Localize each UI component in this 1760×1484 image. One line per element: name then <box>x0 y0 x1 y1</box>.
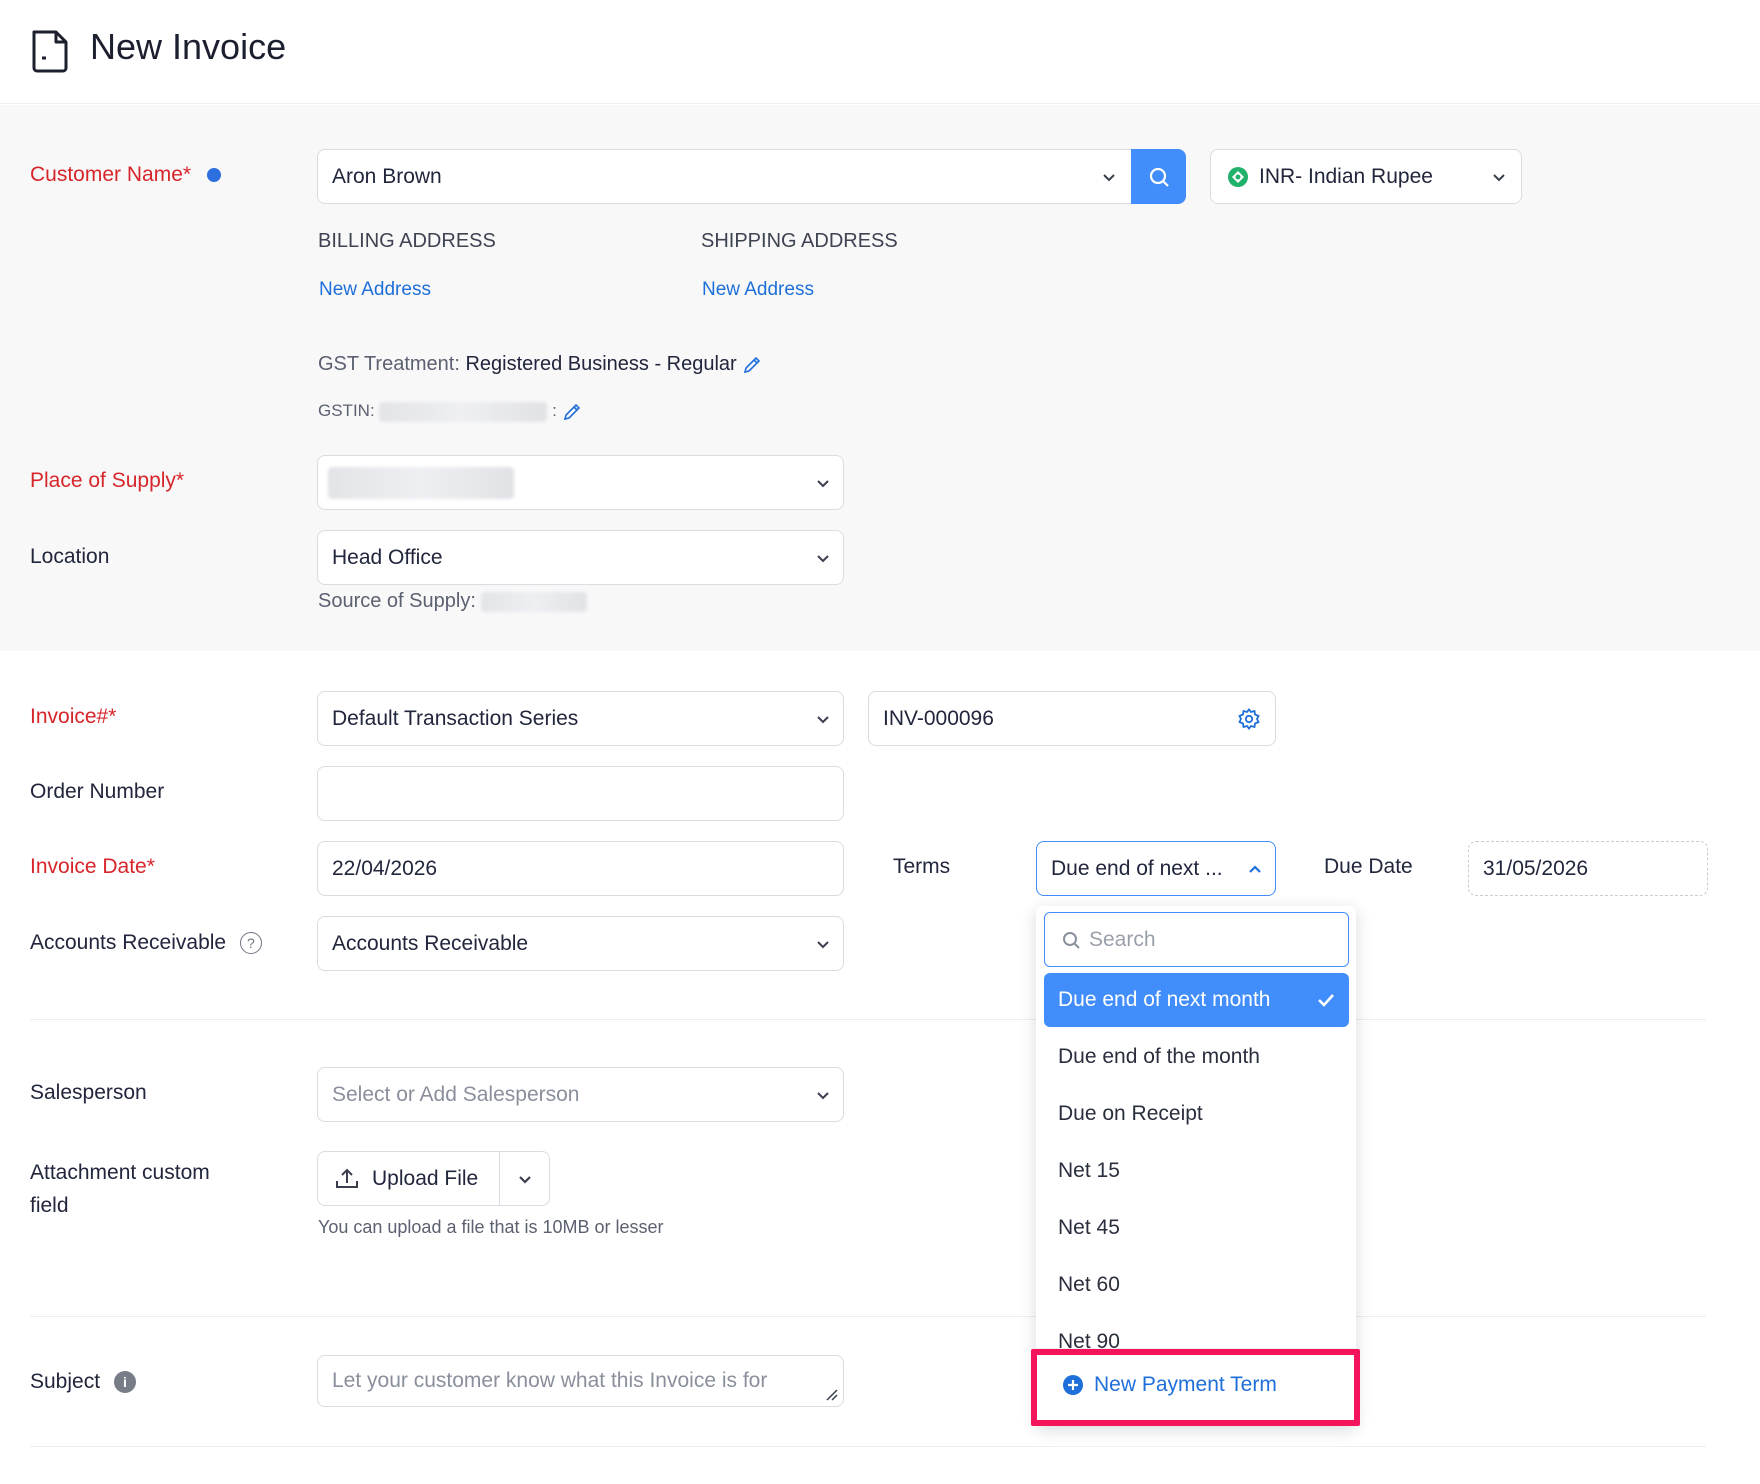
terms-select[interactable]: Due end of next ... <box>1036 841 1276 896</box>
chevron-up-icon <box>1249 864 1261 873</box>
search-icon <box>1063 932 1080 949</box>
terms-search-placeholder: Search <box>1089 927 1156 951</box>
edit-pencil-icon[interactable] <box>742 355 762 375</box>
resize-handle-icon[interactable] <box>825 1388 839 1402</box>
order-number-input[interactable] <box>317 766 844 821</box>
invoice-date-value: 22/04/2026 <box>332 856 438 880</box>
terms-option-due-on-receipt[interactable]: Due on Receipt <box>1044 1087 1349 1141</box>
due-date-input[interactable]: 31/05/2026 <box>1468 841 1708 896</box>
section-divider <box>30 1019 1706 1020</box>
upload-icon <box>336 1168 358 1188</box>
upload-file-control: Upload File <box>317 1151 550 1206</box>
currency-icon <box>1228 166 1248 187</box>
status-dot <box>206 168 221 183</box>
place-of-supply-select[interactable] <box>317 455 844 510</box>
currency-select[interactable]: INR- Indian Rupee <box>1210 149 1522 204</box>
edit-pencil-icon[interactable] <box>562 402 582 422</box>
transaction-series-value: Default Transaction Series <box>332 706 579 730</box>
help-icon[interactable]: ? <box>239 932 262 955</box>
terms-dropdown: Search Due end of next month Due end of … <box>1036 906 1356 1426</box>
transaction-series-select[interactable]: Default Transaction Series <box>317 691 844 746</box>
invoice-date-label: Invoice Date* <box>30 855 155 878</box>
shipping-new-address-link[interactable]: New Address <box>702 279 814 301</box>
due-date-value: 31/05/2026 <box>1483 856 1589 880</box>
invoice-number-label: Invoice#* <box>30 705 117 728</box>
order-number-label: Order Number <box>30 780 165 803</box>
customer-name-select[interactable]: Aron Brown <box>317 149 1132 204</box>
terms-label: Terms <box>893 855 951 878</box>
terms-option-due-end-of-next-month[interactable]: Due end of next month <box>1044 973 1349 1027</box>
check-icon <box>1318 994 1334 1007</box>
highlight-box <box>1031 1349 1360 1426</box>
section-divider <box>30 1316 1706 1317</box>
upload-file-button[interactable]: Upload File <box>318 1152 500 1205</box>
source-of-supply: Source of Supply: <box>318 590 588 613</box>
chevron-down-icon <box>1493 173 1505 181</box>
terms-option-net-45[interactable]: Net 45 <box>1044 1201 1349 1255</box>
due-date-label: Due Date <box>1324 855 1413 878</box>
gstin-value-redacted <box>379 401 548 422</box>
search-icon <box>1149 167 1169 187</box>
upload-file-label: Upload File <box>372 1166 479 1190</box>
gst-treatment: GST Treatment: Registered Business - Reg… <box>318 353 762 376</box>
page-title: New Invoice <box>90 26 287 67</box>
page-header: New Invoice <box>0 0 1760 104</box>
info-icon[interactable]: i <box>113 1371 136 1394</box>
shipping-address-heading: SHIPPING ADDRESS <box>701 230 898 252</box>
chevron-down-icon <box>817 715 829 723</box>
terms-option-net-15[interactable]: Net 15 <box>1044 1144 1349 1198</box>
terms-option-due-end-of-the-month[interactable]: Due end of the month <box>1044 1030 1349 1084</box>
chevron-down-icon <box>817 479 829 487</box>
location-label: Location <box>30 545 110 568</box>
location-select[interactable]: Head Office <box>317 530 844 585</box>
salesperson-select[interactable]: Select or Add Salesperson <box>317 1067 844 1122</box>
attachment-label: Attachment custom field <box>30 1161 210 1217</box>
subject-label: Subject i <box>30 1370 136 1394</box>
accounts-receivable-value: Accounts Receivable <box>332 931 529 955</box>
source-of-supply-redacted <box>481 591 588 612</box>
customer-name-value: Aron Brown <box>332 164 442 188</box>
chevron-down-icon <box>817 940 829 948</box>
chevron-down-icon <box>817 1091 829 1099</box>
customer-search-button[interactable] <box>1131 149 1186 204</box>
accounts-receivable-select[interactable]: Accounts Receivable <box>317 916 844 971</box>
place-of-supply-label: Place of Supply* <box>30 469 185 492</box>
terms-search-input[interactable]: Search <box>1044 912 1349 967</box>
gear-icon[interactable] <box>1237 707 1261 731</box>
place-of-supply-redacted <box>328 466 514 499</box>
salesperson-placeholder: Select or Add Salesperson <box>332 1082 580 1106</box>
billing-address-heading: BILLING ADDRESS <box>318 230 496 252</box>
upload-hint: You can upload a file that is 10MB or le… <box>318 1217 664 1237</box>
upload-options-button[interactable] <box>500 1171 549 1187</box>
accounts-receivable-label: Accounts Receivable ? <box>30 931 262 955</box>
location-value: Head Office <box>332 545 443 569</box>
chevron-down-icon <box>1103 173 1115 181</box>
section-divider <box>30 1446 1706 1447</box>
terms-option-net-60[interactable]: Net 60 <box>1044 1258 1349 1312</box>
document-icon <box>32 30 68 73</box>
subject-textarea[interactable]: Let your customer know what this Invoice… <box>317 1355 844 1407</box>
customer-name-label: Customer Name* <box>30 163 221 187</box>
terms-value: Due end of next ... <box>1051 856 1223 880</box>
invoice-date-input[interactable]: 22/04/2026 <box>317 841 844 896</box>
invoice-number-value: INV-000096 <box>883 706 994 730</box>
billing-new-address-link[interactable]: New Address <box>319 279 431 301</box>
invoice-number-input[interactable]: INV-000096 <box>868 691 1276 746</box>
gstin-row: GSTIN: : <box>318 401 582 422</box>
chevron-down-icon <box>817 554 829 562</box>
salesperson-label: Salesperson <box>30 1081 147 1104</box>
chevron-down-icon <box>518 1175 531 1184</box>
subject-placeholder: Let your customer know what this Invoice… <box>332 1369 768 1392</box>
currency-value: INR- Indian Rupee <box>1259 164 1433 188</box>
gst-treatment-value: Registered Business - Regular <box>465 353 737 375</box>
